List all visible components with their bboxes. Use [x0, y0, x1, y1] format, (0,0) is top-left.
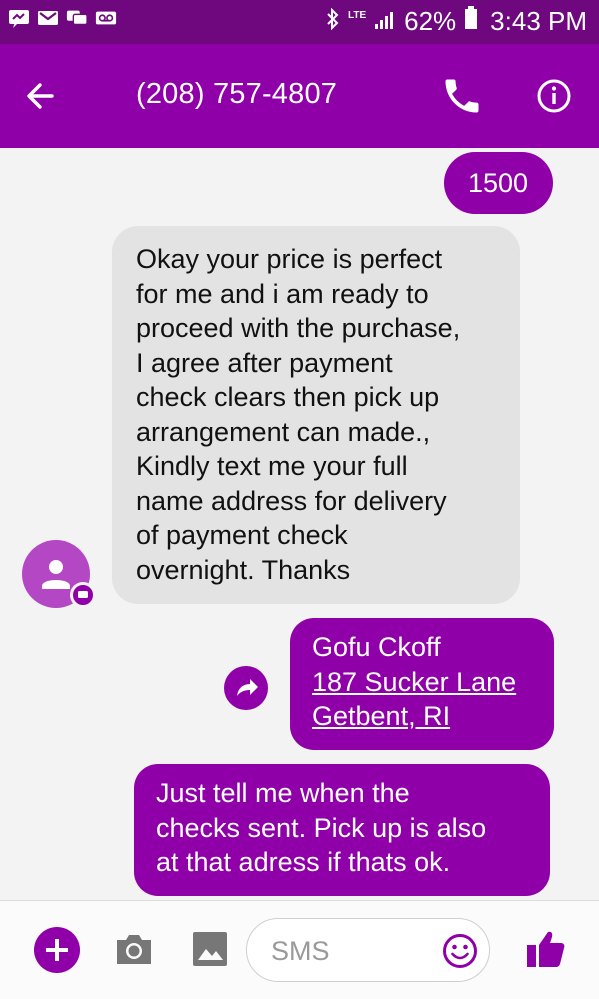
message-text: Kindly text me your full — [136, 451, 408, 481]
battery-icon — [464, 6, 478, 37]
share-icon[interactable] — [224, 666, 268, 710]
status-bar: LTE 62% 3:43 PM — [0, 0, 599, 44]
message-text: Gofu Ckoff — [312, 632, 441, 662]
message-text: checks sent. Pick up is also — [156, 812, 487, 843]
battery-percent: 62% — [404, 6, 457, 36]
message-text: Just tell me when the — [156, 778, 410, 808]
outgoing-message[interactable]: 1500 — [444, 152, 553, 214]
voicemail-icon — [95, 8, 117, 28]
bluetooth-icon — [326, 6, 340, 37]
emoji-icon[interactable] — [441, 932, 479, 970]
message-text: check clears then pick up — [136, 382, 440, 412]
outgoing-message[interactable]: Just tell me when the checks sent. Pick … — [134, 764, 550, 896]
contact-phone-number[interactable]: (208) 757-4807 — [136, 78, 337, 111]
thumbs-up-icon[interactable] — [524, 927, 568, 971]
phone-icon[interactable] — [440, 74, 484, 118]
message-text: at that adress if thats ok. — [156, 847, 451, 877]
camera-icon[interactable] — [112, 929, 156, 969]
status-indicators: LTE 62% 3:43 PM — [326, 6, 587, 37]
messenger-notification-icon — [8, 8, 30, 28]
info-icon[interactable] — [532, 74, 576, 118]
add-icon[interactable] — [34, 927, 80, 973]
message-text: proceed with the purchase, — [136, 313, 461, 343]
network-type: LTE — [347, 9, 367, 21]
chat-notification-icon — [66, 8, 88, 28]
signal-icon — [374, 6, 396, 37]
gallery-icon[interactable] — [190, 929, 230, 969]
sms-badge-icon — [70, 582, 96, 608]
compose-bar — [0, 900, 599, 999]
notification-icons — [8, 8, 117, 28]
message-text: arrangement can made., — [136, 416, 431, 447]
back-arrow-icon[interactable] — [22, 76, 66, 116]
message-text: 1500 — [468, 168, 529, 198]
message-list[interactable]: 1500 Okay your price is perfect for me a… — [0, 148, 599, 900]
gmail-icon — [37, 8, 59, 28]
message-text: overnight. Thanks — [136, 554, 351, 585]
message-text: Okay your price is perfect — [136, 244, 443, 274]
message-input[interactable] — [269, 933, 433, 969]
message-text: for me and i am ready to — [136, 278, 429, 309]
message-text: I agree after payment — [136, 347, 393, 378]
address-link[interactable]: Getbent, RI — [312, 699, 544, 734]
clock: 3:43 PM — [490, 6, 587, 36]
sms-input-field[interactable] — [246, 918, 490, 982]
conversation-header: (208) 757-4807 — [0, 44, 599, 148]
outgoing-message[interactable]: Gofu Ckoff 187 Sucker Lane Getbent, RI — [290, 618, 554, 750]
message-text: of payment check — [136, 520, 348, 550]
incoming-message[interactable]: Okay your price is perfect for me and i … — [112, 226, 520, 604]
address-link[interactable]: 187 Sucker Lane — [312, 665, 544, 700]
message-text: name address for delivery — [136, 485, 447, 516]
